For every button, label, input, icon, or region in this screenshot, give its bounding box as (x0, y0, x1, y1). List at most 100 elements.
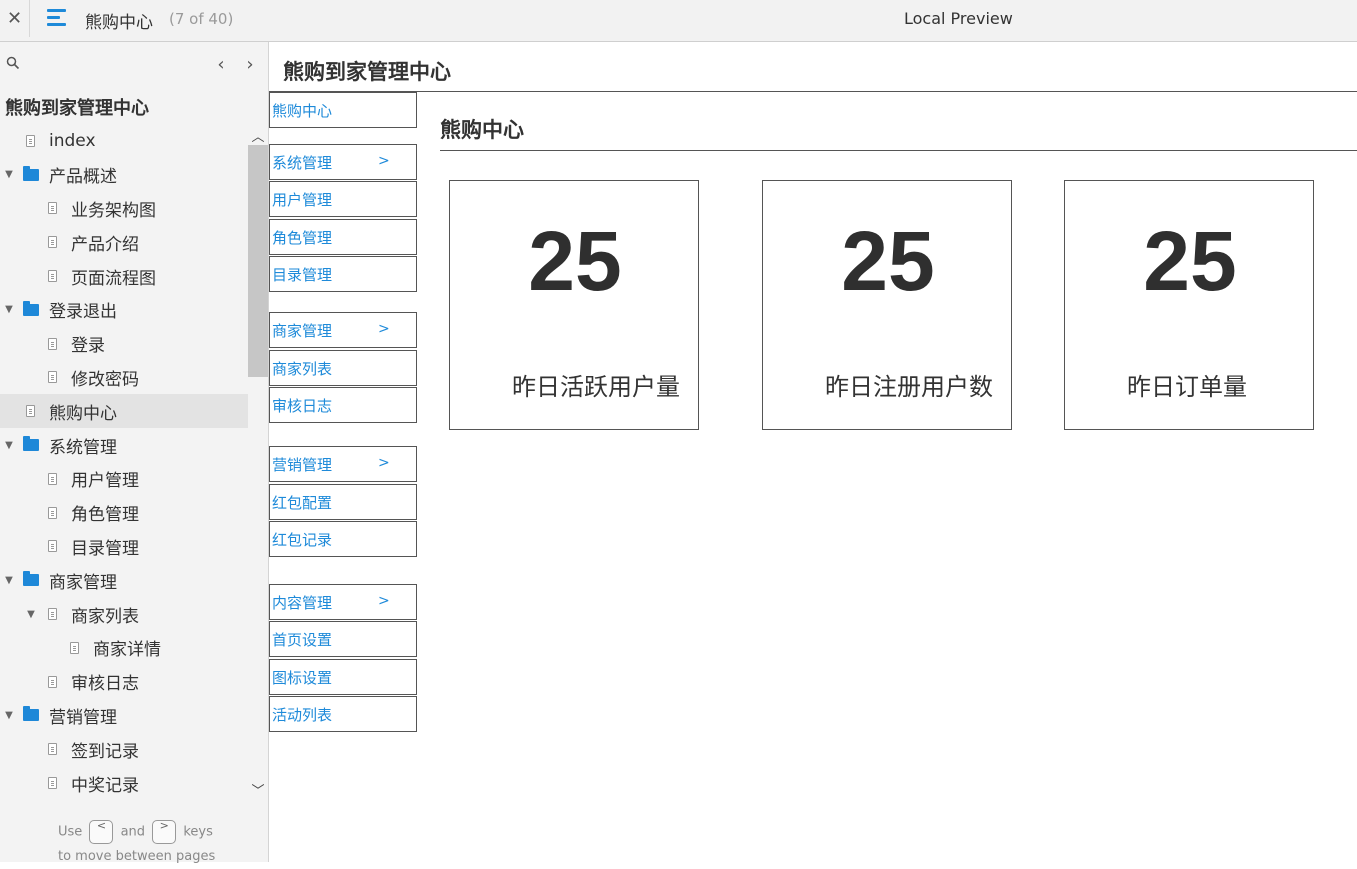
next-page-icon[interactable]: › (242, 54, 258, 75)
folder-icon (23, 300, 39, 316)
prev-key-icon: < (89, 820, 114, 844)
tree-item[interactable]: 目录管理 (0, 530, 248, 564)
tree-item-label: 修改密码 (71, 369, 139, 390)
expand-arrow-icon[interactable]: ▼ (4, 575, 14, 586)
stat-label: 昨日活跃用户量 (512, 373, 680, 401)
menu-item-label: 活动列表 (272, 705, 333, 724)
tree-item[interactable]: 签到记录 (0, 732, 248, 766)
tree-item-label: 角色管理 (71, 505, 139, 526)
tree-item[interactable]: 页面流程图 (0, 259, 248, 293)
hint-use-text: Use (58, 824, 83, 840)
page-icon (48, 540, 57, 553)
menu-item-label: 首页设置 (272, 630, 333, 649)
close-icon[interactable]: ✕ (0, 0, 30, 37)
menu-item-label: 图标设置 (272, 668, 333, 687)
menu-item[interactable]: 红包记录 (269, 521, 417, 557)
tree-item[interactable]: ▼ 登录退出 (0, 293, 248, 327)
menu-item[interactable]: 角色管理 (269, 219, 417, 255)
tree-item[interactable]: 登录 (0, 327, 248, 361)
tree-item[interactable]: 产品介绍 (0, 225, 248, 259)
menu-item[interactable]: 商家管理 > (269, 312, 417, 348)
tree-item[interactable]: 角色管理 (0, 496, 248, 530)
scroll-down-icon[interactable]: ﹀ (250, 780, 266, 799)
expand-arrow-icon[interactable]: ▼ (26, 609, 36, 620)
tree-item[interactable]: 审核日志 (0, 665, 248, 699)
folder-icon (23, 165, 39, 181)
tree-item[interactable]: ▼ 系统管理 (0, 428, 248, 462)
menu-item[interactable]: 目录管理 (269, 256, 417, 292)
chevron-right-icon: > (378, 153, 390, 169)
folder-icon (23, 436, 39, 452)
menu-item[interactable]: 活动列表 (269, 696, 417, 732)
menu-item[interactable]: 首页设置 (269, 621, 417, 657)
tree-item[interactable]: 修改密码 (0, 361, 248, 395)
tree-item-label: 商家详情 (93, 640, 161, 661)
tree-item[interactable]: 业务架构图 (0, 192, 248, 226)
menu-item[interactable]: 商家列表 (269, 350, 417, 386)
menu-item-label: 目录管理 (272, 265, 333, 284)
tree-item-label: 熊购中心 (49, 403, 117, 424)
page-counter: (7 of 40) (169, 10, 234, 28)
page-icon (48, 236, 57, 249)
menu-item[interactable]: 营销管理 > (269, 446, 417, 482)
menu-item[interactable]: 审核日志 (269, 387, 417, 423)
page-icon (48, 270, 57, 283)
prev-page-icon[interactable]: ‹ (213, 54, 229, 75)
tree-item[interactable]: ▼ 商家管理 (0, 563, 248, 597)
tree-item[interactable]: ▼ 商家列表 (0, 597, 248, 631)
tree-item-label: 商家管理 (49, 572, 117, 593)
stat-card: 25 昨日注册用户数 (762, 180, 1012, 430)
search-icon[interactable] (6, 56, 20, 70)
menu-item-label: 系统管理 (272, 153, 333, 172)
menu-item[interactable]: 熊购中心 (269, 92, 417, 128)
page-icon (48, 202, 57, 215)
page-icon (48, 472, 57, 485)
page-icon (48, 675, 57, 688)
keyboard-hint: Use < and > keys to move between pages (58, 820, 215, 869)
chevron-right-icon: > (378, 455, 390, 471)
tree-item[interactable]: ▼ 营销管理 (0, 699, 248, 733)
menu-item-label: 角色管理 (272, 228, 333, 247)
menu-item-label: 商家列表 (272, 359, 333, 378)
divider (269, 91, 1357, 92)
project-name: 熊购中心 (85, 13, 153, 33)
expand-arrow-icon[interactable]: ▼ (4, 169, 14, 180)
menu-icon[interactable] (47, 9, 69, 29)
tree-item[interactable]: index (0, 124, 248, 158)
page-icon (48, 371, 57, 384)
page-icon (48, 506, 57, 519)
chevron-right-icon: > (378, 593, 390, 609)
preview-title: Local Preview (904, 9, 1013, 28)
menu-item[interactable]: 红包配置 (269, 484, 417, 520)
next-key-icon: > (152, 820, 177, 844)
menu-item[interactable]: 图标设置 (269, 659, 417, 695)
tree-item[interactable]: 用户管理 (0, 462, 248, 496)
expand-arrow-icon[interactable]: ▼ (4, 440, 14, 451)
stat-value: 25 (1143, 214, 1237, 308)
tree-item-label: 页面流程图 (71, 268, 156, 289)
sidebar: ‹ › 熊购到家管理中心 index ▼ 产品概述 业务架构图 产品介绍 页面流程图 ▼ 登录… (0, 42, 269, 864)
tree-item-label: 营销管理 (49, 707, 117, 728)
tree-item-label: 中奖记录 (71, 775, 139, 796)
page-icon (26, 134, 35, 147)
page-icon (48, 337, 57, 350)
expand-arrow-icon[interactable]: ▼ (4, 304, 14, 315)
tree-item[interactable]: 商家详情 (0, 631, 248, 665)
menu-item-label: 审核日志 (272, 396, 333, 415)
hint-keys-text: keys (183, 824, 213, 840)
page-icon (48, 608, 57, 621)
chevron-right-icon: > (378, 321, 390, 337)
menu-item[interactable]: 内容管理 > (269, 584, 417, 620)
menu-item-label: 红包记录 (272, 530, 333, 549)
scroll-up-icon[interactable]: ︿ (250, 126, 266, 145)
scrollbar-thumb[interactable] (248, 145, 268, 377)
menu-item[interactable]: 系统管理 > (269, 144, 417, 180)
tree-item-label: 业务架构图 (71, 200, 156, 221)
stat-value: 25 (841, 214, 935, 308)
menu-item[interactable]: 用户管理 (269, 181, 417, 217)
tree-item[interactable]: ▼ 产品概述 (0, 158, 248, 192)
page-icon (26, 405, 35, 418)
expand-arrow-icon[interactable]: ▼ (4, 710, 14, 721)
tree-item[interactable]: 熊购中心 (0, 394, 248, 429)
tree-item[interactable]: 中奖记录 (0, 766, 248, 800)
